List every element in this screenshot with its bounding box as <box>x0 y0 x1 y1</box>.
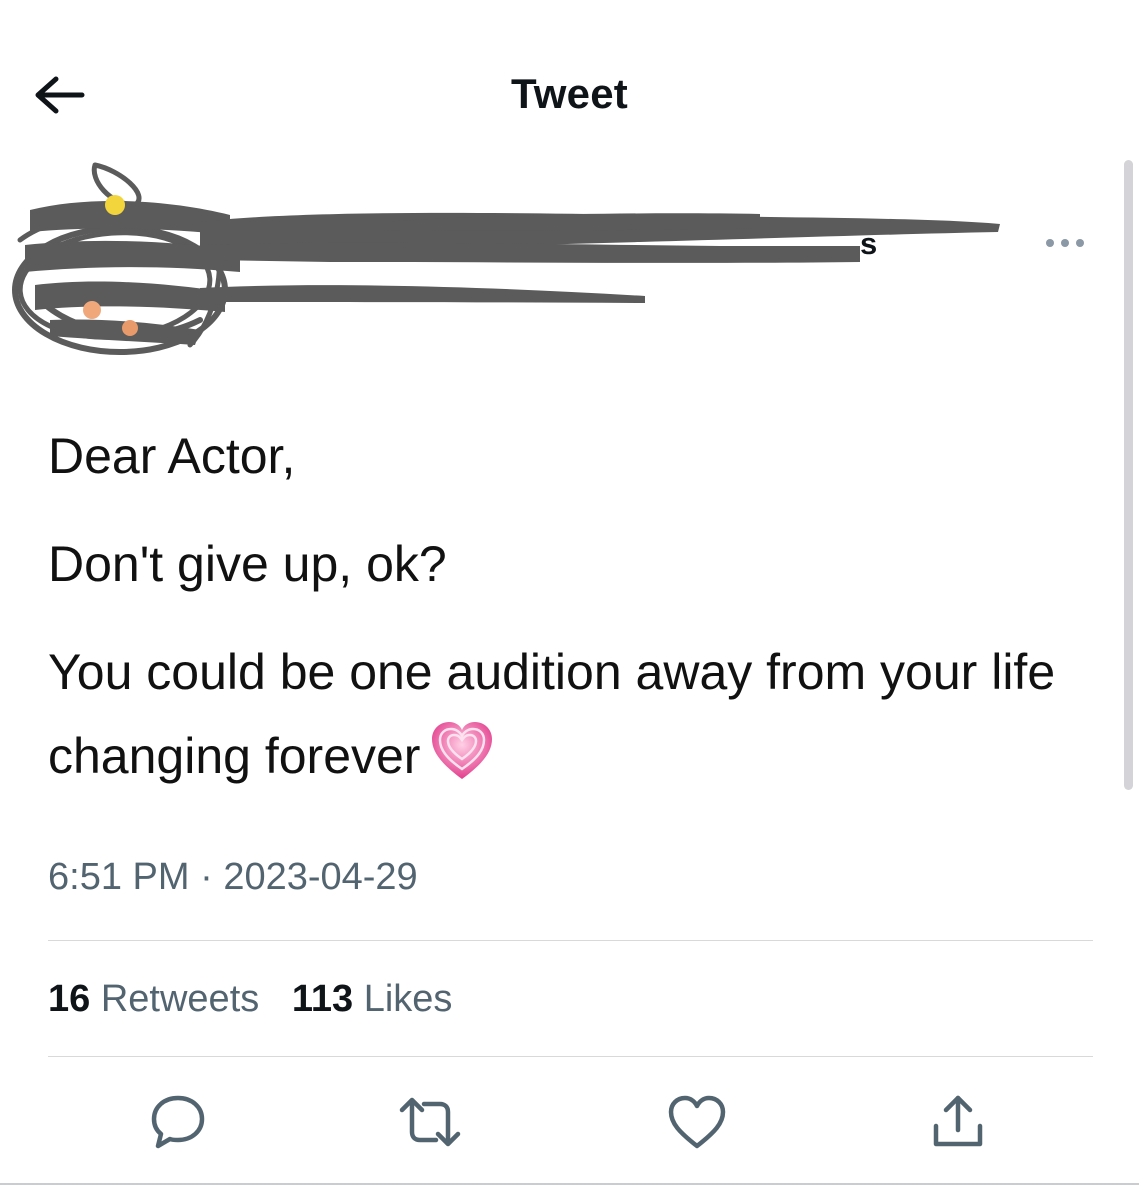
likes-stat[interactable]: 113 Likes <box>292 978 453 1021</box>
divider <box>48 1056 1093 1057</box>
growing-heart-emoji <box>432 722 493 779</box>
retweets-stat[interactable]: 16 Retweets <box>48 978 259 1021</box>
tweet-time: 6:51 PM <box>48 856 190 898</box>
more-button[interactable] <box>1040 228 1090 258</box>
display-name-visible-fragment: s <box>860 226 878 261</box>
share-button[interactable] <box>926 1090 990 1154</box>
tweet-date: 2023-04-29 <box>223 856 418 898</box>
redacted-author-scribble <box>12 162 1000 355</box>
divider <box>48 940 1093 941</box>
likes-count: 113 <box>291 978 354 1020</box>
retweet-button[interactable] <box>398 1090 462 1154</box>
likes-label: Likes <box>363 978 453 1020</box>
like-button[interactable] <box>665 1090 729 1154</box>
bottom-separator <box>0 1183 1139 1185</box>
tweet-line: Dear Actor, <box>48 428 296 484</box>
retweet-icon <box>399 1097 461 1147</box>
reply-button[interactable] <box>146 1090 210 1154</box>
meta-separator: · <box>200 856 213 898</box>
share-icon <box>933 1095 983 1147</box>
tweet-stats: 16 Retweets 113 Likes <box>48 978 474 1021</box>
retweets-count: 16 <box>48 978 91 1020</box>
tweet-body: Dear Actor, Don't give up, ok? You could… <box>48 414 1088 798</box>
tweet-timestamp[interactable]: 6:51 PM · 2023-04-29 <box>48 856 418 899</box>
tweet-line-text: You could be one audition away from your… <box>48 644 1056 784</box>
heart-icon <box>668 1095 726 1149</box>
reply-icon <box>151 1095 205 1149</box>
tweet-line-last: You could be one audition away from your… <box>48 630 1088 798</box>
more-horizontal-icon <box>1046 239 1084 247</box>
tweet-line: Don't give up, ok? <box>48 536 447 592</box>
retweets-label: Retweets <box>100 978 260 1020</box>
